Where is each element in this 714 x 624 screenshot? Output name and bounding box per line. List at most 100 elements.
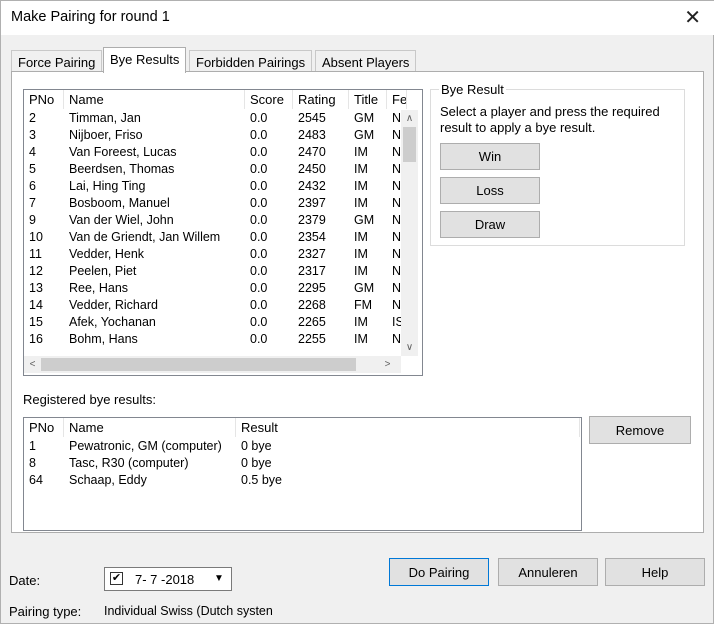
pno-cell: 10	[29, 230, 43, 244]
table-row[interactable]: 5 Beerdsen, Thomas 0.0 2450 IM N	[24, 161, 407, 178]
loss-button[interactable]: Loss	[440, 177, 540, 204]
column-header-score[interactable]: Score	[245, 90, 293, 109]
rating-cell: 2295	[298, 281, 326, 295]
name-cell: Peelen, Piet	[69, 264, 137, 278]
title-cell: GM	[354, 281, 375, 295]
name-cell: Tasc, R30 (computer)	[69, 456, 189, 470]
pno-cell: 13	[29, 281, 43, 295]
close-icon[interactable]: ✕	[684, 5, 701, 30]
title-cell: IM	[354, 162, 368, 176]
name-cell: Afek, Yochanan	[69, 315, 156, 329]
name-cell: Ree, Hans	[69, 281, 129, 295]
rating-cell: 2397	[298, 196, 326, 210]
table-row[interactable]: 12 Peelen, Piet 0.0 2317 IM N	[24, 263, 407, 280]
pno-cell: 16	[29, 332, 43, 346]
title-cell: IM	[354, 230, 368, 244]
column-header-title[interactable]: Title	[349, 90, 387, 109]
date-enabled-checkbox[interactable]: ✔	[110, 572, 123, 585]
registered-list-header: PNo Name Result	[24, 418, 580, 437]
table-row[interactable]: 3 Nijboer, Friso 0.0 2483 GM N	[24, 127, 407, 144]
table-row[interactable]: 64 Schaap, Eddy 0.5 bye	[24, 472, 580, 489]
help-button[interactable]: Help	[605, 558, 705, 586]
rating-cell: 2317	[298, 264, 326, 278]
remove-button[interactable]: Remove	[589, 416, 691, 444]
scroll-right-icon[interactable]: >	[379, 356, 396, 373]
column-header-rating[interactable]: Rating	[293, 90, 349, 109]
score-cell: 0.0	[250, 179, 268, 193]
title-cell: IM	[354, 332, 368, 346]
title-cell: IM	[354, 315, 368, 329]
table-row[interactable]: 16 Bohm, Hans 0.0 2255 IM N	[24, 331, 407, 348]
bye-result-instruction: Select a player and press the required r…	[440, 104, 660, 135]
cancel-button[interactable]: Annuleren	[498, 558, 598, 586]
title-cell: FM	[354, 298, 373, 312]
result-cell: 0 bye	[241, 439, 272, 453]
pno-cell: 64	[29, 473, 43, 487]
column-header-pno[interactable]: PNo	[24, 418, 64, 437]
name-cell: Vedder, Henk	[69, 247, 145, 261]
pno-cell: 8	[29, 456, 36, 470]
date-label: Date:	[9, 573, 41, 588]
rating-cell: 2268	[298, 298, 326, 312]
win-button[interactable]: Win	[440, 143, 540, 170]
table-row[interactable]: 10 Van de Griendt, Jan Willem 0.0 2354 IM N	[24, 229, 407, 246]
scroll-left-icon[interactable]: <	[24, 356, 41, 373]
result-cell: 0 bye	[241, 456, 272, 470]
scroll-thumb[interactable]	[41, 358, 356, 371]
tab-absent-players[interactable]: Absent Players	[315, 50, 417, 72]
players-vertical-scrollbar[interactable]: ∧ ∨	[401, 110, 418, 356]
name-cell: Nijboer, Friso	[69, 128, 143, 142]
table-row[interactable]: 9 Van der Wiel, John 0.0 2379 GM N	[24, 212, 407, 229]
column-header-fed[interactable]: Fe	[387, 90, 407, 109]
rating-cell: 2327	[298, 247, 326, 261]
scroll-up-icon[interactable]: ∧	[401, 110, 418, 127]
table-row[interactable]: 6 Lai, Hing Ting 0.0 2432 IM N	[24, 178, 407, 195]
rating-cell: 2265	[298, 315, 326, 329]
pno-cell: 15	[29, 315, 43, 329]
players-horizontal-scrollbar[interactable]: < >	[24, 356, 401, 373]
table-row[interactable]: 4 Van Foreest, Lucas 0.0 2470 IM N	[24, 144, 407, 161]
chevron-down-icon[interactable]: ▼	[209, 570, 229, 588]
title-cell: IM	[354, 196, 368, 210]
name-cell: Lai, Hing Ting	[69, 179, 146, 193]
registered-list-rows: 1 Pewatronic, GM (computer) 0 bye 8 Tasc, R3…	[24, 438, 580, 489]
pno-cell: 4	[29, 145, 36, 159]
scroll-thumb[interactable]	[403, 127, 416, 162]
table-row[interactable]: 7 Bosboom, Manuel 0.0 2397 IM N	[24, 195, 407, 212]
pno-cell: 11	[29, 247, 42, 261]
score-cell: 0.0	[250, 315, 268, 329]
rating-cell: 2354	[298, 230, 326, 244]
name-cell: Bohm, Hans	[69, 332, 138, 346]
title-cell: IM	[354, 264, 368, 278]
column-header-name[interactable]: Name	[64, 90, 245, 109]
pno-cell: 14	[29, 298, 43, 312]
table-row[interactable]: 13 Ree, Hans 0.0 2295 GM N	[24, 280, 407, 297]
tab-forbidden-pairings[interactable]: Forbidden Pairings	[189, 50, 313, 72]
date-value[interactable]: 7- 7 -2018	[135, 572, 194, 587]
table-row[interactable]: 14 Vedder, Richard 0.0 2268 FM N	[24, 297, 407, 314]
tab-bye-results[interactable]: Bye Results	[103, 47, 187, 73]
title-cell: GM	[354, 128, 375, 142]
table-row[interactable]: 8 Tasc, R30 (computer) 0 bye	[24, 455, 580, 472]
column-header-result[interactable]: Result	[236, 418, 580, 437]
draw-button[interactable]: Draw	[440, 211, 540, 238]
scroll-down-icon[interactable]: ∨	[401, 339, 418, 356]
pairing-type-label: Pairing type:	[9, 604, 82, 619]
name-cell: Vedder, Richard	[69, 298, 158, 312]
table-row[interactable]: 2 Timman, Jan 0.0 2545 GM N	[24, 110, 407, 127]
table-row[interactable]: 11 Vedder, Henk 0.0 2327 IM N	[24, 246, 407, 263]
title-cell: IM	[354, 247, 368, 261]
table-row[interactable]: 1 Pewatronic, GM (computer) 0 bye	[24, 438, 580, 455]
players-list[interactable]: PNo Name Score Rating Title Fe 2 Timman, …	[23, 89, 423, 376]
column-header-pno[interactable]: PNo	[24, 90, 64, 109]
table-row[interactable]: 15 Afek, Yochanan 0.0 2265 IM IS	[24, 314, 407, 331]
registered-bye-results-list[interactable]: PNo Name Result 1 Pewatronic, GM (compute…	[23, 417, 582, 531]
make-pairing-dialog: Make Pairing for round 1 ✕ Force Pairing…	[0, 0, 714, 624]
date-picker[interactable]: ✔ 7- 7 -2018 ▼	[104, 567, 232, 591]
do-pairing-button[interactable]: Do Pairing	[389, 558, 489, 586]
column-header-name[interactable]: Name	[64, 418, 236, 437]
tab-force-pairing[interactable]: Force Pairing	[11, 50, 103, 72]
score-cell: 0.0	[250, 128, 268, 142]
score-cell: 0.0	[250, 281, 268, 295]
name-cell: Pewatronic, GM (computer)	[69, 439, 222, 453]
